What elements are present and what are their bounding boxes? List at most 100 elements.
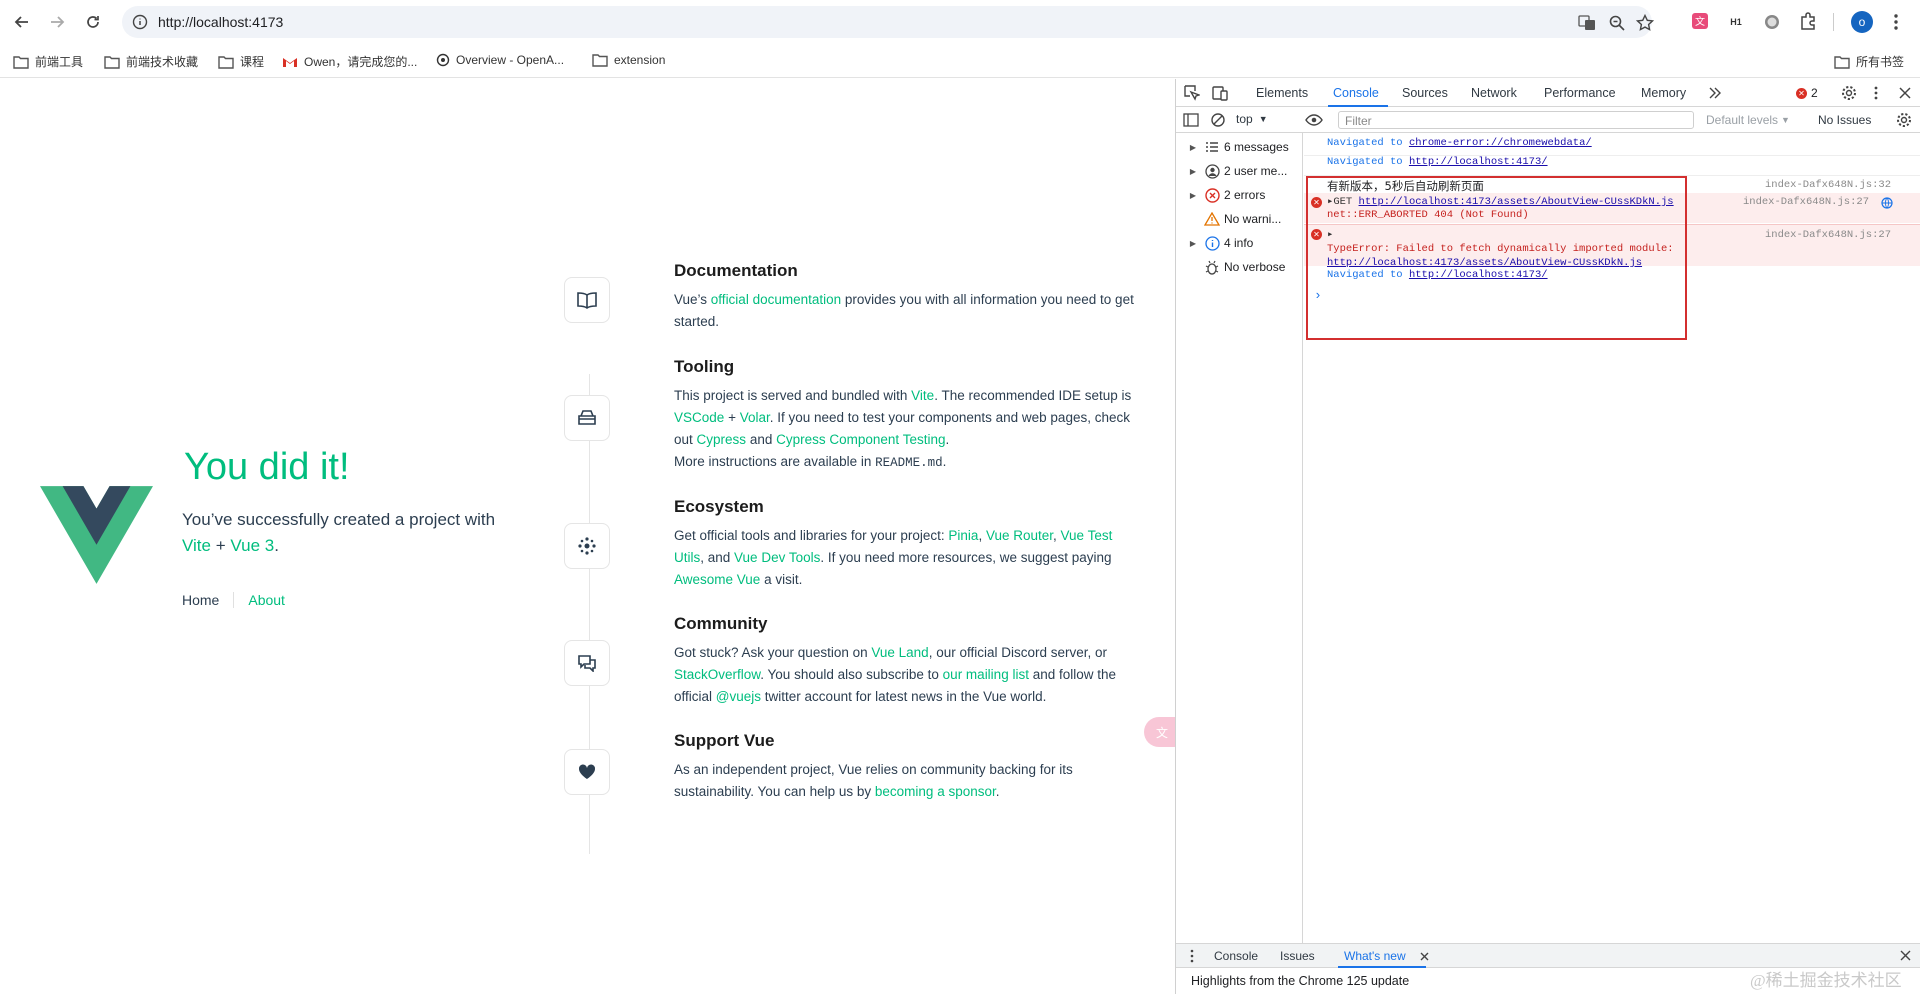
vue-logo <box>40 486 153 584</box>
bookmarks-bar: 前端工具 前端技术收藏 课程 Owen，请完成您的... Overview - … <box>0 44 1920 78</box>
official-docs-link[interactable]: official documentation <box>711 292 841 307</box>
section-title: Support Vue <box>674 731 775 750</box>
drawer-menu-icon[interactable] <box>1189 949 1195 963</box>
url-text[interactable]: http://localhost:4173 <box>158 14 283 30</box>
filter-input[interactable]: Filter <box>1338 111 1694 129</box>
info-icon <box>1200 235 1224 251</box>
drawer-tab-issues[interactable]: Issues <box>1280 949 1315 963</box>
more-tabs-icon[interactable] <box>1708 87 1722 99</box>
tab-network[interactable]: Network <box>1471 86 1517 100</box>
tab-elements[interactable]: Elements <box>1256 86 1308 100</box>
highlight-annotation-box <box>1306 176 1687 340</box>
sponsor-link[interactable]: becoming a sponsor <box>875 784 996 799</box>
address-bar[interactable]: http://localhost:4173 <box>122 6 1654 38</box>
tab-performance[interactable]: Performance <box>1544 86 1616 100</box>
vite-link[interactable]: Vite <box>182 536 211 555</box>
tab-memory[interactable]: Memory <box>1641 86 1686 100</box>
extension-cat-icon[interactable] <box>1762 11 1782 31</box>
drawer-tab-console[interactable]: Console <box>1214 949 1258 963</box>
profile-avatar[interactable]: o <box>1851 11 1873 33</box>
cypress-ct-link[interactable]: Cypress Component Testing <box>776 432 945 447</box>
forward-button[interactable] <box>45 10 69 34</box>
nav-home-link[interactable]: Home <box>182 592 233 608</box>
more-menu-icon[interactable] <box>1893 12 1899 32</box>
vue-devtools-link[interactable]: Vue Dev Tools <box>734 550 820 565</box>
hero-subtitle: You’ve successfully created a project wi… <box>182 510 496 555</box>
back-button[interactable] <box>10 10 34 34</box>
all-bookmarks[interactable]: 所有书签 <box>1834 53 1904 70</box>
settings-gear-icon[interactable] <box>1841 85 1857 101</box>
section-title: Tooling <box>674 357 735 376</box>
folder-icon <box>104 55 120 69</box>
issues-count[interactable]: No Issues <box>1818 113 1871 127</box>
drawer-tab-whats-new[interactable]: What's new <box>1344 949 1406 963</box>
clear-console-icon[interactable] <box>1210 112 1226 128</box>
sidebar-item-user-messages[interactable]: ▶ 2 user me... <box>1176 160 1303 182</box>
bookmark-gmail[interactable]: Owen，请完成您的... <box>282 53 417 70</box>
volar-link[interactable]: Volar <box>740 410 770 425</box>
log-levels-dropdown[interactable]: Default levels ▼ <box>1706 113 1790 127</box>
folder-icon <box>1834 55 1850 69</box>
context-selector[interactable]: top ▼ <box>1236 112 1268 126</box>
tab-console[interactable]: Console <box>1333 86 1379 100</box>
sidebar-item-verbose[interactable]: No verbose <box>1176 256 1303 278</box>
bookmark-folder[interactable]: extension <box>592 53 665 67</box>
extensions-puzzle-icon[interactable] <box>1798 11 1818 31</box>
network-globe-icon[interactable] <box>1881 197 1893 209</box>
vue-land-link[interactable]: Vue Land <box>871 645 928 660</box>
cypress-link[interactable]: Cypress <box>697 432 747 447</box>
inspect-element-icon[interactable] <box>1184 85 1200 101</box>
extension-translate-icon[interactable]: 文 <box>1690 11 1710 31</box>
nav-about-link[interactable]: About <box>233 592 299 608</box>
mailing-list-link[interactable]: our mailing list <box>943 667 1029 682</box>
bookmark-star-icon[interactable] <box>1636 14 1654 32</box>
sidebar-toggle-icon[interactable] <box>1183 112 1199 128</box>
hero-title: You did it! <box>184 446 350 488</box>
bookmark-folder[interactable]: 课程 <box>218 53 264 70</box>
sidebar-item-messages[interactable]: ▶ 6 messages <box>1176 136 1303 158</box>
source-link[interactable]: index-Dafx648N.js:27 <box>1743 196 1869 209</box>
support-section: Support Vue As an independent project, V… <box>674 731 1134 803</box>
error-counter[interactable]: ✕ 2 <box>1796 86 1818 100</box>
navigated-link[interactable]: http://localhost:4173/ <box>1409 156 1548 168</box>
documentation-section: Documentation Vue’s official documentati… <box>674 261 1134 329</box>
sidebar-item-warnings[interactable]: No warni... <box>1176 208 1303 230</box>
tab-sources[interactable]: Sources <box>1402 86 1448 100</box>
page-content: You did it! You’ve successfully created … <box>0 79 1178 989</box>
more-options-icon[interactable] <box>1873 85 1879 101</box>
vue3-link[interactable]: Vue 3 <box>230 536 274 555</box>
sidebar-item-errors[interactable]: ▶ 2 errors <box>1176 184 1303 206</box>
sidebar-item-info[interactable]: ▶ 4 info <box>1176 232 1303 254</box>
stackoverflow-link[interactable]: StackOverflow <box>674 667 760 682</box>
heart-icon <box>578 764 596 779</box>
pinia-link[interactable]: Pinia <box>948 528 978 543</box>
console-row-navigated: Navigated to chrome-error://chromewebdat… <box>1327 137 1592 149</box>
vite-link[interactable]: Vite <box>911 388 934 403</box>
close-icon[interactable] <box>1899 87 1911 99</box>
console-settings-icon[interactable] <box>1896 112 1912 128</box>
translate-float-button[interactable]: 文 <box>1144 717 1178 747</box>
eye-icon[interactable] <box>1305 113 1323 127</box>
navigated-link[interactable]: chrome-error://chromewebdata/ <box>1409 137 1592 149</box>
dropdown-arrow-icon: ▼ <box>1781 115 1790 125</box>
source-link[interactable]: index-Dafx648N.js:32 <box>1765 179 1891 191</box>
site-info-icon[interactable] <box>132 14 148 30</box>
device-toolbar-icon[interactable] <box>1212 85 1228 101</box>
bookmark-folder[interactable]: 前端技术收藏 <box>104 53 198 70</box>
community-section: Community Got stuck? Ask your question o… <box>674 614 1134 708</box>
awesome-vue-link[interactable]: Awesome Vue <box>674 572 760 587</box>
bookmark-openai[interactable]: Overview - OpenA... <box>436 53 564 67</box>
vue-router-link[interactable]: Vue Router <box>986 528 1053 543</box>
extension-h1-icon[interactable]: H1 <box>1726 11 1746 31</box>
zoom-icon[interactable] <box>1608 14 1626 32</box>
close-drawer-icon[interactable] <box>1900 950 1911 961</box>
translate-icon[interactable] <box>1578 14 1596 32</box>
vuejs-twitter-link[interactable]: @vuejs <box>716 689 761 704</box>
close-tab-icon[interactable] <box>1420 952 1429 961</box>
bookmark-folder[interactable]: 前端工具 <box>13 53 83 70</box>
source-link[interactable]: index-Dafx648N.js:27 <box>1765 228 1891 242</box>
ecosystem-section: Ecosystem Get official tools and librari… <box>674 497 1134 591</box>
vscode-link[interactable]: VSCode <box>674 410 724 425</box>
browser-toolbar: http://localhost:4173 文 H1 o <box>0 0 1920 44</box>
reload-button[interactable] <box>81 10 105 34</box>
